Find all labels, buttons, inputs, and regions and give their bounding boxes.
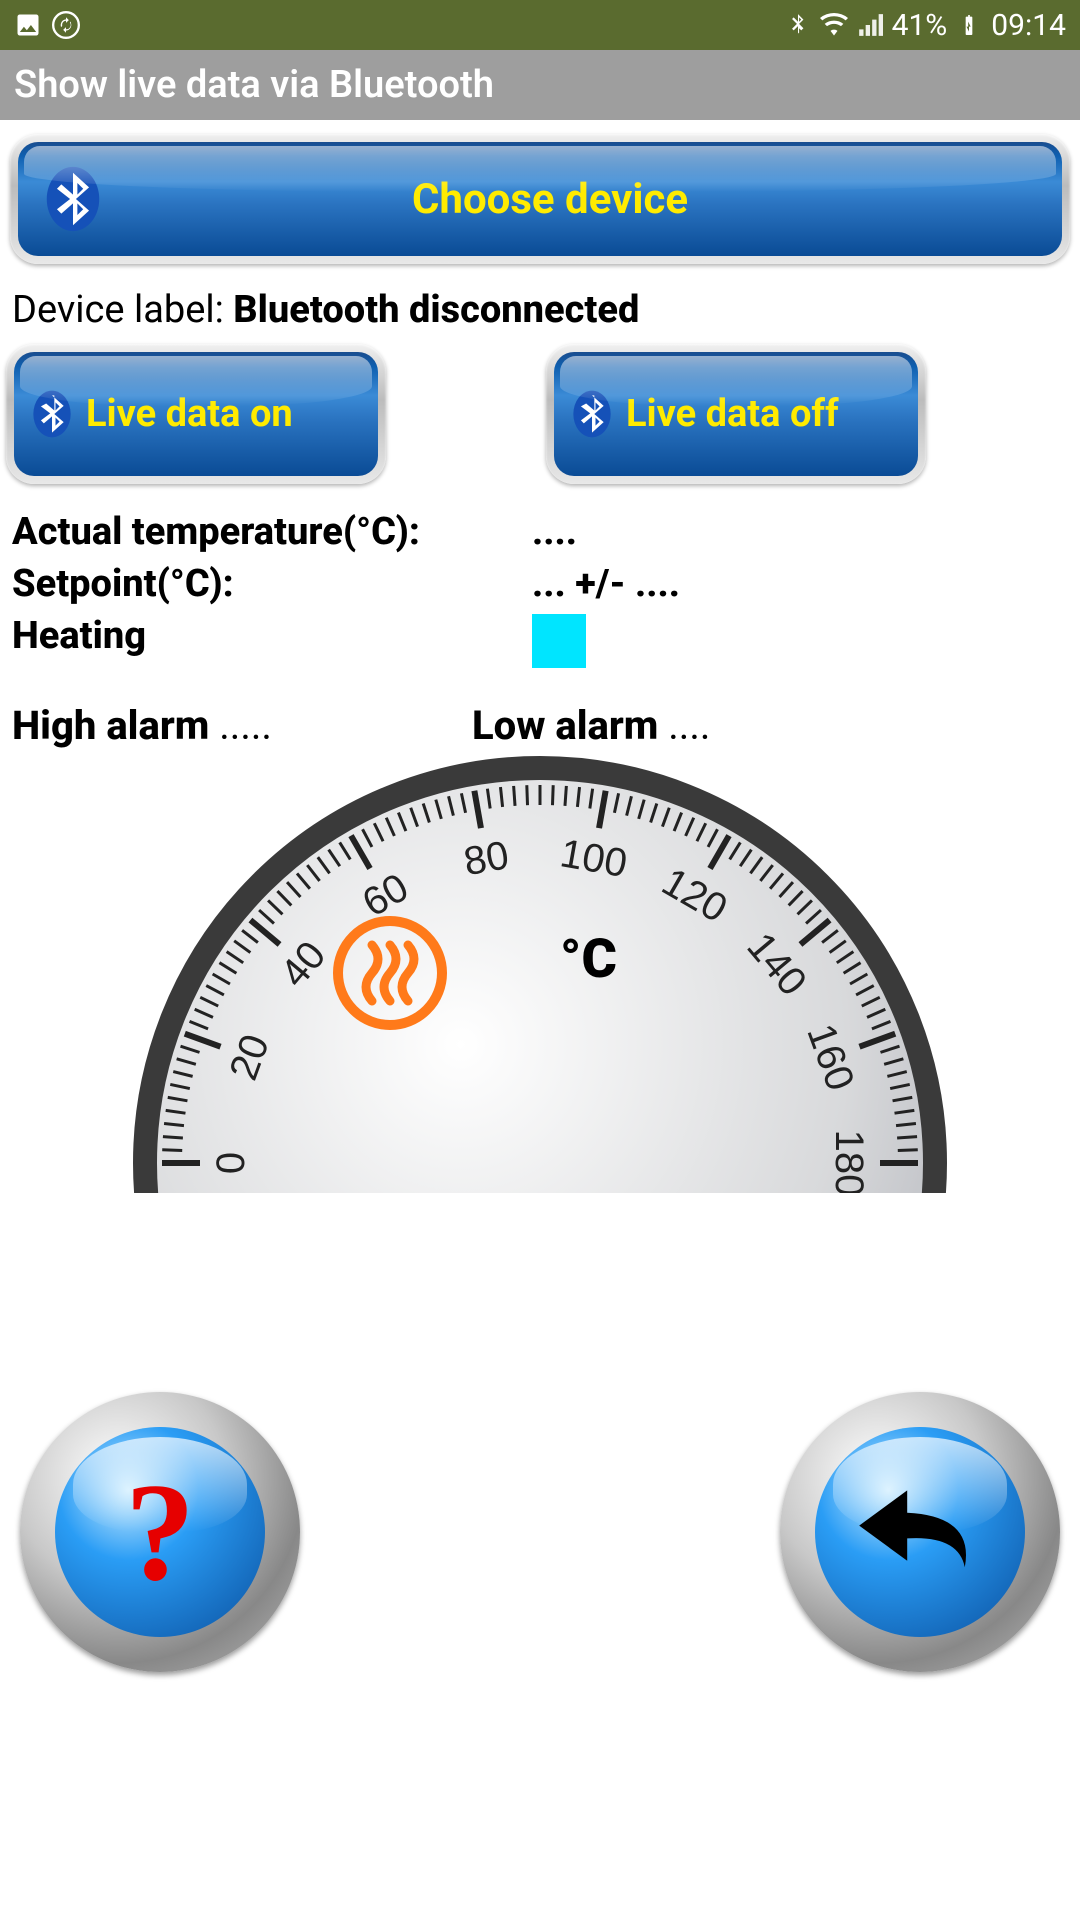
actual-temp-label: Actual temperature(°C): xyxy=(12,510,532,554)
low-alarm-label: Low alarm xyxy=(472,702,658,749)
back-arrow-icon xyxy=(840,1452,1000,1612)
status-time: 09:14 xyxy=(991,8,1066,43)
low-alarm-value: .... xyxy=(668,702,710,749)
bluetooth-icon xyxy=(24,386,80,442)
live-data-on-button[interactable]: Live data on xyxy=(6,344,386,484)
device-status-row: Device label: Bluetooth disconnected xyxy=(6,282,1074,334)
status-bar: 41% 09:14 xyxy=(0,0,1080,50)
actual-temp-value: .... xyxy=(532,510,577,554)
image-icon xyxy=(14,11,42,39)
help-button[interactable]: ? xyxy=(20,1392,300,1672)
page-title: Show live data via Bluetooth xyxy=(14,63,494,107)
heating-value: .... xyxy=(532,614,586,668)
bluetooth-icon xyxy=(38,164,108,234)
svg-text:180: 180 xyxy=(827,1130,871,1193)
sync-icon xyxy=(52,11,80,39)
choose-device-label: Choose device xyxy=(108,175,1062,224)
svg-text:80: 80 xyxy=(461,833,512,884)
bluetooth-icon xyxy=(784,11,812,39)
setpoint-label: Setpoint(°C): xyxy=(12,562,532,606)
high-alarm-value: ..... xyxy=(219,702,272,749)
temperature-gauge: 020406080100120140160180 °C xyxy=(130,753,950,1193)
svg-text:0: 0 xyxy=(209,1152,253,1174)
choose-device-button[interactable]: Choose device xyxy=(10,134,1070,264)
app-bar: Show live data via Bluetooth xyxy=(0,50,1080,120)
battery-percent: 41% xyxy=(892,8,948,43)
wifi-icon xyxy=(820,11,848,39)
device-label-prefix: Device label: xyxy=(12,288,233,332)
cell-signal-icon xyxy=(856,11,884,39)
high-alarm-label: High alarm xyxy=(12,702,209,749)
bluetooth-icon xyxy=(564,386,620,442)
live-data-off-button[interactable]: Live data off xyxy=(546,344,926,484)
gauge-unit: °C xyxy=(560,928,617,991)
live-off-label: Live data off xyxy=(620,392,918,436)
live-on-label: Live data on xyxy=(80,392,378,436)
setpoint-value: ... +/- .... xyxy=(532,562,680,606)
question-icon: ? xyxy=(125,1452,195,1613)
heating-label: Heating xyxy=(12,614,532,668)
battery-charging-icon xyxy=(955,11,983,39)
back-button[interactable] xyxy=(780,1392,1060,1672)
device-status: Bluetooth disconnected xyxy=(233,288,639,332)
